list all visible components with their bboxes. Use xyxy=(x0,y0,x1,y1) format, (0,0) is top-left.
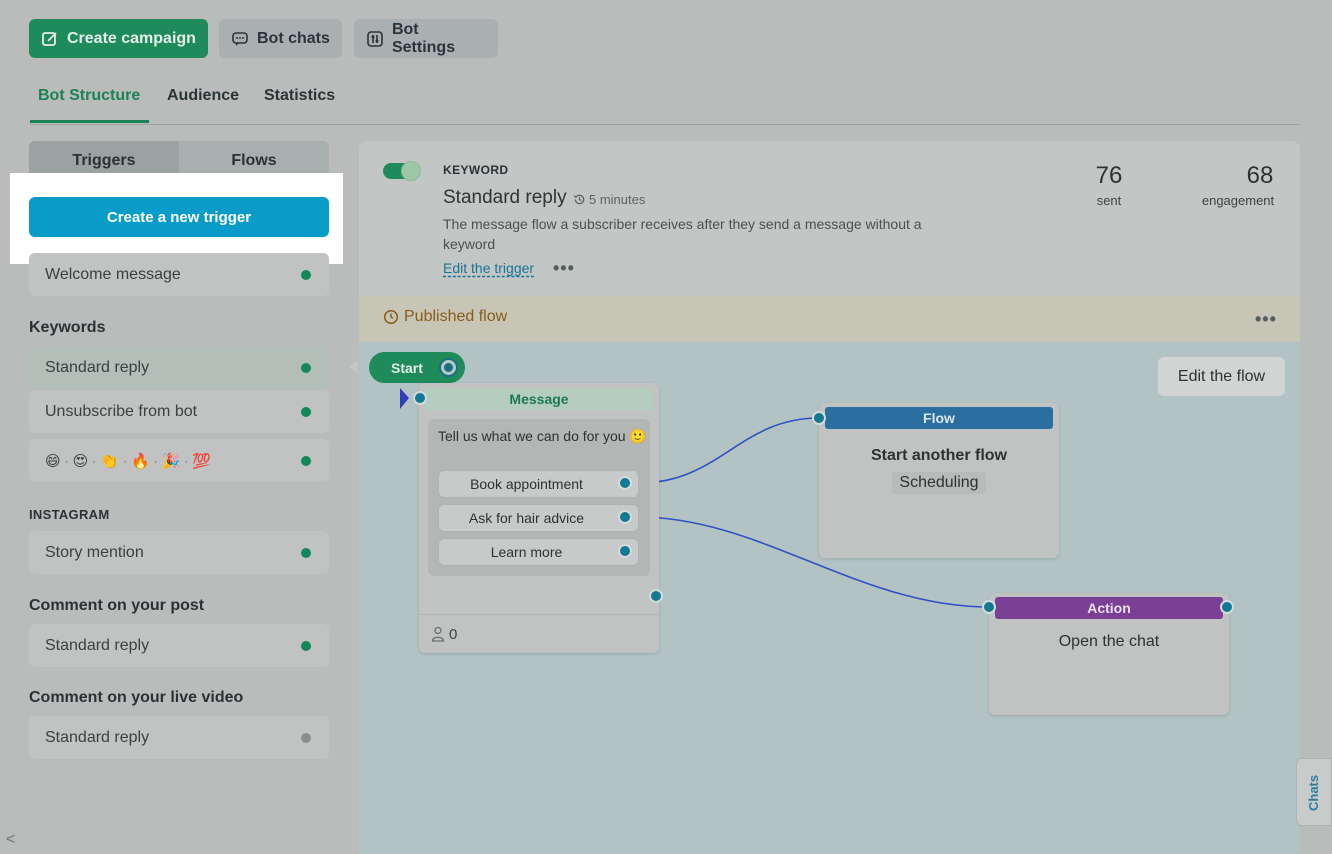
action-node[interactable]: Action Open the chat xyxy=(989,593,1229,715)
quick-reply-button[interactable]: Book appointment xyxy=(438,470,639,498)
flow-in-port[interactable] xyxy=(812,411,826,425)
flow-node-header: Flow xyxy=(825,407,1053,429)
action-in-port[interactable] xyxy=(982,600,996,614)
quick-reply-port[interactable] xyxy=(618,476,632,490)
edit-flow-button[interactable]: Edit the flow xyxy=(1158,357,1285,396)
action-node-text: Open the chat xyxy=(1058,633,1160,650)
flow-node[interactable]: Flow Start another flow Scheduling xyxy=(819,403,1059,558)
chats-side-tab[interactable]: Chats xyxy=(1296,758,1332,826)
message-node-header: Message xyxy=(425,388,653,410)
flow-name-badge[interactable]: Scheduling xyxy=(892,472,986,494)
start-label: Start xyxy=(391,359,423,376)
user-icon xyxy=(431,626,445,642)
start-port[interactable] xyxy=(439,358,458,377)
flow-node-title: Start another flow xyxy=(870,447,1007,464)
flow-connectors xyxy=(400,388,990,608)
message-text: Tell us what we can do for you 🙂 xyxy=(438,428,647,444)
quick-reply-button[interactable]: Learn more xyxy=(438,538,639,566)
start-node[interactable]: Start xyxy=(369,352,465,383)
quick-reply-button[interactable]: Ask for hair advice xyxy=(438,504,639,532)
quick-reply-port[interactable] xyxy=(618,544,632,558)
message-in-port[interactable] xyxy=(413,391,427,405)
action-out-port[interactable] xyxy=(1220,600,1234,614)
message-out-port[interactable] xyxy=(649,589,663,603)
subscriber-count: 0 xyxy=(449,625,458,643)
chats-tab-label: Chats xyxy=(1306,774,1321,811)
quick-reply-port[interactable] xyxy=(618,510,632,524)
action-node-header: Action xyxy=(995,597,1223,619)
message-node-footer: 0 xyxy=(419,614,659,653)
